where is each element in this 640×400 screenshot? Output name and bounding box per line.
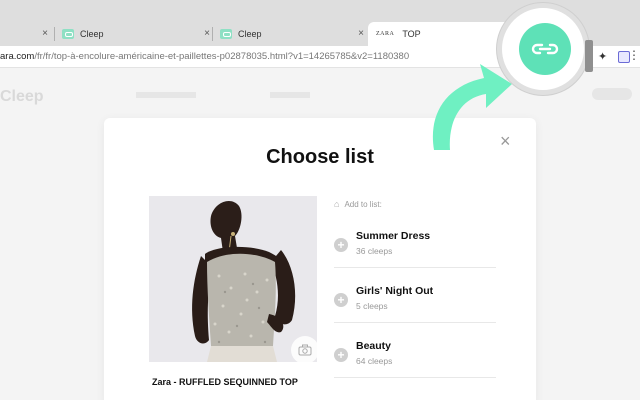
choose-list-modal: × Choose list Zara - RUFFLED SEQUINNED T… — [104, 118, 536, 400]
cleep-favicon-icon — [62, 29, 74, 39]
cleep-favicon-icon — [220, 29, 232, 39]
background-nav-item — [136, 92, 196, 98]
tag-icon: ⌂ — [334, 199, 340, 209]
tab-close-icon[interactable]: × — [42, 28, 48, 39]
camera-button[interactable] — [291, 336, 317, 362]
add-to-list-label: ⌂ Add to list: — [334, 199, 382, 209]
background-logo: Cleep — [0, 88, 44, 105]
camera-icon — [298, 344, 312, 356]
add-icon[interactable]: + — [334, 348, 348, 362]
menu-icon[interactable]: ⋮ — [628, 48, 640, 62]
pin-icon[interactable]: ✦ — [598, 50, 607, 63]
cleep-extension-button[interactable] — [519, 23, 571, 75]
add-icon[interactable]: + — [334, 293, 348, 307]
zoom-edge — [585, 40, 593, 72]
url-path: /fr/fr/top-à-encolure-américaine-et-pail… — [34, 51, 410, 62]
tab-close-icon[interactable]: × — [358, 28, 364, 39]
background-nav-item — [270, 92, 310, 98]
tab-cleep-2[interactable]: Cleep × — [212, 22, 370, 46]
link-icon — [531, 43, 559, 55]
list-count: 64 cleeps — [356, 356, 393, 366]
list-item-beauty[interactable]: + Beauty 64 cleeps — [334, 330, 496, 378]
tab-label: TOP — [402, 29, 421, 39]
list-item-summer-dress[interactable]: + Summer Dress 36 cleeps — [334, 220, 496, 268]
model-illustration — [149, 196, 317, 362]
product-image — [149, 196, 317, 362]
url-text[interactable]: ara.com/fr/fr/top-à-encolure-américaine-… — [0, 51, 409, 62]
zara-favicon-icon: ZARA — [376, 31, 395, 37]
background-user-item — [592, 88, 632, 100]
tab-cleep-1[interactable]: Cleep × — [54, 22, 216, 46]
list-name: Summer Dress — [356, 230, 431, 242]
tab-close-icon[interactable]: × — [204, 28, 210, 39]
tab-label: Cleep — [80, 29, 104, 39]
list-name: Beauty — [356, 340, 392, 352]
list-item-girls-night-out[interactable]: + Girls' Night Out 5 cleeps — [334, 275, 496, 323]
tab-label: Cleep — [238, 29, 262, 39]
list-name: Girls' Night Out — [356, 285, 434, 297]
add-to-list-text: Add to list: — [344, 199, 382, 209]
list-count: 36 cleeps — [356, 246, 393, 256]
product-name: Zara - RUFFLED SEQUINNED TOP — [152, 377, 298, 387]
list-count: 5 cleeps — [356, 301, 388, 311]
add-icon[interactable]: + — [334, 238, 348, 252]
url-host: ara.com — [0, 51, 35, 62]
tab-1[interactable]: × — [0, 22, 54, 46]
